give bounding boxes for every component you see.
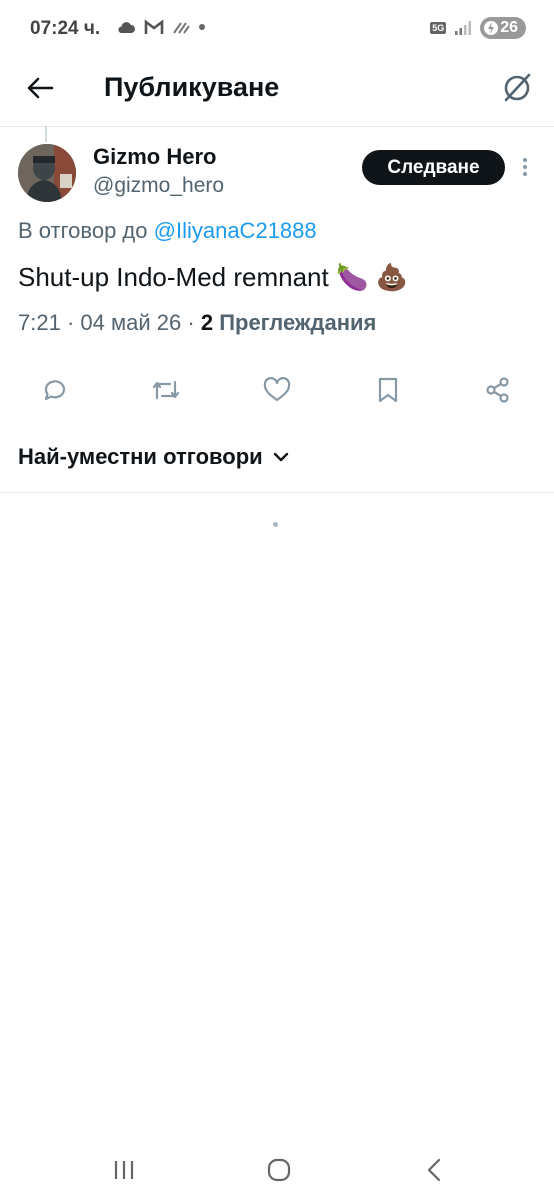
like-button[interactable] <box>257 370 297 410</box>
more-dot-icon <box>523 172 527 176</box>
tweet-time[interactable]: 7:21 <box>18 310 61 335</box>
follow-button[interactable]: Следване <box>362 150 505 185</box>
reply-context: В отговор до @IliyanaC21888 <box>18 218 317 244</box>
charging-bolt-icon <box>484 21 499 35</box>
views-label[interactable]: Преглеждания <box>219 310 376 335</box>
home-icon <box>267 1158 291 1182</box>
status-system-icons: 5G 26 <box>430 17 526 39</box>
author-handle[interactable]: @gizmo_hero <box>93 174 224 198</box>
reply-button[interactable] <box>35 370 75 410</box>
tweet-meta: 7:21 · 04 май 26 · 2 Преглеждания <box>18 310 376 336</box>
grok-icon <box>504 73 531 102</box>
replies-sort-dropdown[interactable]: Най-уместни отговори <box>18 444 289 470</box>
more-options-button[interactable] <box>514 153 536 181</box>
gmail-icon <box>144 19 164 34</box>
share-button[interactable] <box>478 370 518 410</box>
home-button[interactable] <box>257 1150 301 1190</box>
repost-button[interactable] <box>146 370 186 410</box>
chevron-left-icon <box>427 1158 441 1182</box>
more-dot-icon <box>523 165 527 169</box>
network-badge: 5G <box>430 22 447 34</box>
replies-divider <box>0 492 554 493</box>
status-notification-icons <box>116 19 206 35</box>
header-divider <box>0 126 554 127</box>
sort-label: Най-уместни отговори <box>18 444 263 469</box>
bookmark-button[interactable] <box>368 370 408 410</box>
meta-separator: · <box>187 310 195 335</box>
grok-button[interactable] <box>498 68 536 106</box>
system-back-button[interactable] <box>412 1150 456 1190</box>
chevron-down-icon <box>273 452 288 462</box>
battery-indicator: 26 <box>480 17 526 39</box>
author-name[interactable]: Gizmo Hero <box>93 144 216 170</box>
status-bar: 07:24 ч. 5G 26 <box>0 0 554 58</box>
reply-icon <box>44 380 66 401</box>
views-count[interactable]: 2 <box>201 310 213 335</box>
recent-apps-button[interactable] <box>102 1150 146 1190</box>
no-sim-icon <box>173 22 190 34</box>
more-dot-icon <box>523 158 527 162</box>
battery-level: 26 <box>500 19 518 36</box>
tweet-date[interactable]: 04 май 26 <box>80 310 181 335</box>
arrow-left-icon <box>27 77 54 99</box>
tweet-action-bar <box>0 370 554 410</box>
recent-apps-icon <box>114 1161 134 1179</box>
reply-to-handle-link[interactable]: @IliyanaC21888 <box>154 218 317 243</box>
back-button[interactable] <box>22 70 58 106</box>
bookmark-icon <box>378 377 398 403</box>
system-navigation-bar <box>0 1140 554 1200</box>
meta-separator: · <box>66 310 75 335</box>
repost-icon <box>152 380 180 400</box>
heart-icon <box>263 377 291 402</box>
loading-indicator <box>273 522 278 527</box>
tweet-text: Shut-up Indo-Med remnant 🍆 💩 <box>18 262 408 292</box>
dot-icon <box>199 24 205 30</box>
avatar-image <box>18 144 76 202</box>
page-title: Публикуване <box>104 72 280 102</box>
signal-icon <box>455 21 472 35</box>
status-time: 07:24 ч. <box>30 18 101 39</box>
thread-connector-line <box>45 126 47 142</box>
share-icon <box>486 377 509 403</box>
top-app-bar: Публикуване <box>0 58 554 126</box>
author-avatar[interactable] <box>18 144 76 202</box>
reply-prefix: В отговор до <box>18 218 148 243</box>
cloud-icon <box>118 22 135 33</box>
